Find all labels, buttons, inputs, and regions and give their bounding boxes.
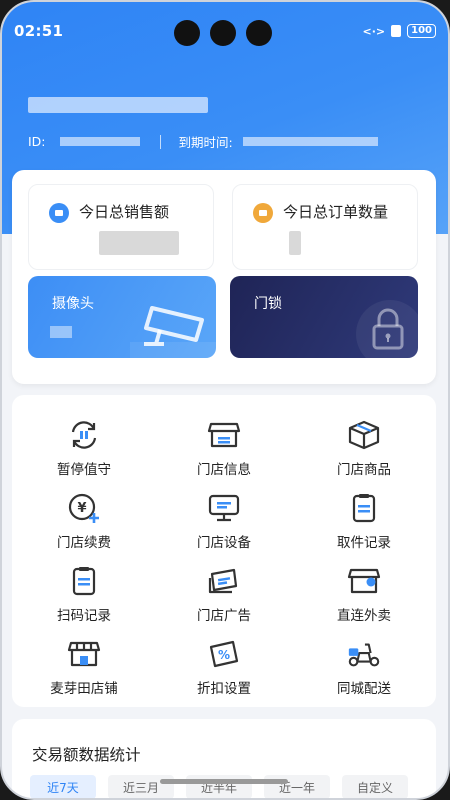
scooter-icon [346,636,382,672]
grid-item-products[interactable]: 门店商品 [304,417,424,481]
clipboard-icon [346,490,382,526]
svg-text:¥: ¥ [77,501,86,516]
home-indicator[interactable] [160,779,288,784]
alert-icon [391,25,402,37]
grid-item-label: 暂停值守 [57,462,111,478]
grid-item-pickup[interactable]: 取件记录 [304,490,424,554]
grid-item-label: 麦芽田店铺 [50,681,118,697]
grid-item-label: 直连外卖 [337,608,391,624]
stat-orders[interactable]: 今日总订单数量 [232,184,418,270]
grid-item-label: 门店续费 [57,535,111,551]
grid-item-delivery[interactable]: 直连外卖 [304,563,424,627]
grid-item-label: 门店设备 [197,535,251,551]
link-icon: <·> [362,24,386,38]
svg-text:%: % [218,648,230,662]
grid-item-label: 折扣设置 [197,681,251,697]
yen-plus-icon: ¥ [66,490,102,526]
grid-item-label: 扫码记录 [57,608,111,624]
status-icons: <·> 100 [362,24,436,38]
store-icon [66,636,102,672]
lock-tile[interactable]: 门锁 [230,276,418,358]
grid-item-devices[interactable]: 门店设备 [164,490,284,554]
summary-card: 今日总销售额 今日总订单数量 摄像头 门锁 [12,170,436,384]
grid-item-label: 门店信息 [197,462,251,478]
camera-cutout [174,20,272,46]
grid-item-label: 门店商品 [337,462,391,478]
sales-icon [49,203,69,223]
grid-item-city-delivery[interactable]: 同城配送 [304,636,424,700]
grid-item-maiyatian[interactable]: 麦芽田店铺 [24,636,144,700]
camera-tile-label: 摄像头 [52,296,94,312]
id-value-redacted [59,137,140,146]
grid-item-store-info[interactable]: 门店信息 [164,417,284,481]
camera-icon [130,306,216,358]
stat-sales-value-redacted [99,231,179,255]
grid-item-label: 取件记录 [337,535,391,551]
monitor-icon [206,490,242,526]
store-delivery-icon [346,563,382,599]
stat-orders-label: 今日总订单数量 [283,203,389,221]
grid-item-pause[interactable]: 暂停值守 [24,417,144,481]
discount-icon: % [206,636,242,672]
tab-7-days[interactable]: 近7天 [30,775,96,798]
camera-tile[interactable]: 摄像头 [28,276,216,358]
transaction-stats-card: 交易额数据统计 近7天 近三月 近半年 近一年 自定义 [12,719,436,798]
ad-cards-icon [206,563,242,599]
stat-sales-label: 今日总销售额 [79,203,170,221]
lock-icon [356,300,418,358]
pause-sync-icon [66,417,102,453]
phone-screen: 02:51 <·> 100 ID: 到期时间: 今日总销售额 今日总订单数量 摄… [0,0,450,800]
function-grid: 暂停值守 门店信息 门店商品 ¥ 门店续费 门店设备 取件记录 扫码记录 门店广… [12,395,436,707]
grid-item-ads[interactable]: 门店广告 [164,563,284,627]
grid-item-discount[interactable]: % 折扣设置 [164,636,284,700]
transaction-stats-title: 交易额数据统计 [32,746,141,764]
grid-item-label: 门店广告 [197,608,251,624]
orders-icon [253,203,273,223]
box-icon [346,417,382,453]
stat-orders-value-redacted [289,231,301,255]
status-time: 02:51 [14,22,64,40]
id-label: ID: [28,134,46,149]
expire-label: 到期时间: [178,135,233,150]
expire-value-redacted [242,137,378,146]
tab-custom[interactable]: 自定义 [342,775,408,798]
clipboard-icon [66,563,102,599]
grid-item-label: 同城配送 [337,681,391,697]
store-name-redacted [28,97,208,113]
grid-item-scan[interactable]: 扫码记录 [24,563,144,627]
stat-sales[interactable]: 今日总销售额 [28,184,214,270]
camera-count-redacted [50,326,72,338]
store-info-icon [206,417,242,453]
lock-tile-label: 门锁 [254,296,282,312]
battery-icon: 100 [407,24,436,38]
store-id-line: ID: 到期时间: [28,132,378,151]
grid-item-renew[interactable]: ¥ 门店续费 [24,490,144,554]
